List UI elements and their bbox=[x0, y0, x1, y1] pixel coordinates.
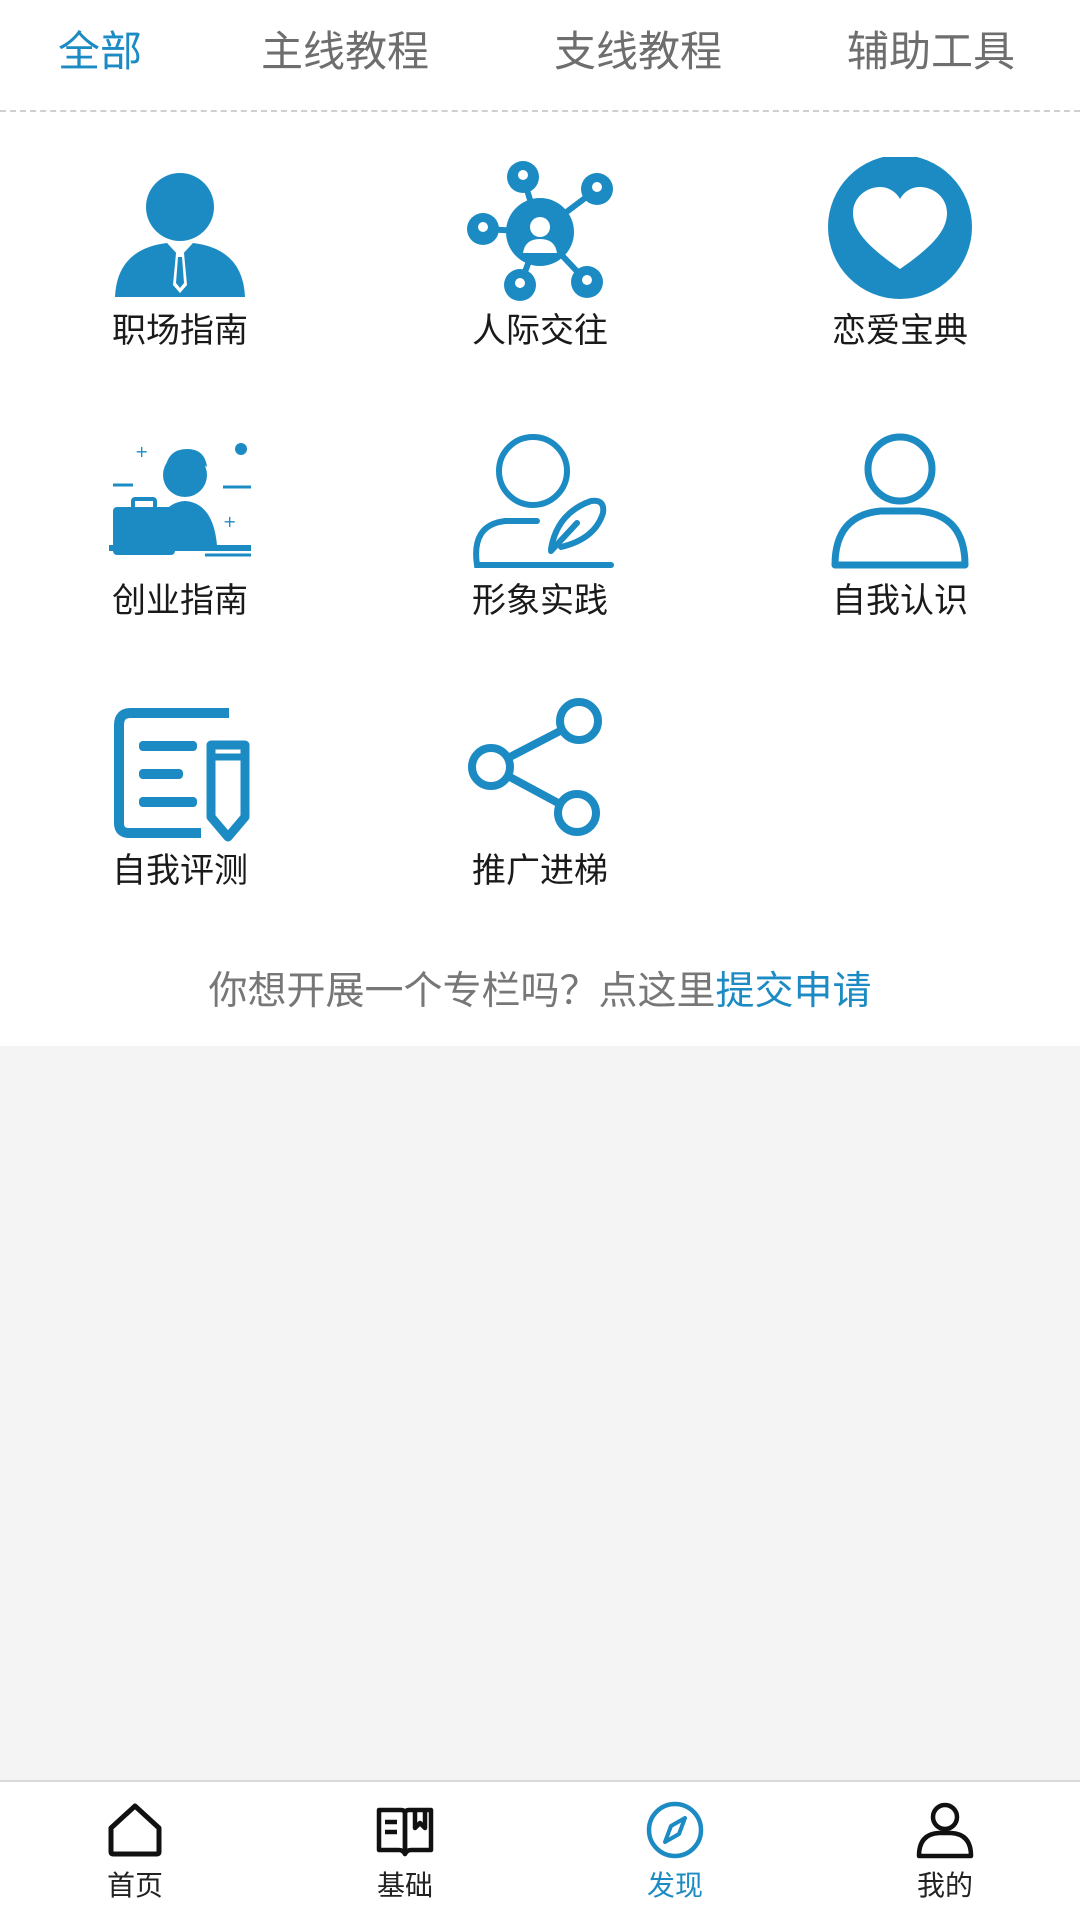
businessman-icon bbox=[105, 157, 255, 307]
person-icon bbox=[915, 1800, 975, 1860]
user-quill-icon bbox=[465, 427, 615, 577]
svg-text:+: + bbox=[223, 512, 236, 531]
grid-item-label: 自我认识 bbox=[832, 581, 968, 621]
tab-branch-tutorial[interactable]: 支线教程 bbox=[554, 22, 722, 82]
grid-item-promotion[interactable]: 推广进梯 bbox=[390, 697, 690, 907]
nav-label: 基础 bbox=[376, 1869, 433, 1902]
grid-item-label: 人际交往 bbox=[472, 311, 608, 351]
tab-main-tutorial[interactable]: 主线教程 bbox=[261, 22, 429, 82]
apply-column-prompt: 你想开展一个专栏吗？点这里提交申请 bbox=[0, 964, 1080, 1020]
compass-icon bbox=[645, 1800, 705, 1860]
share-icon bbox=[465, 697, 615, 847]
document-pencil-icon bbox=[105, 697, 255, 847]
nav-label: 首页 bbox=[106, 1869, 163, 1902]
apply-prompt-text: 你想开展一个专栏吗？点这里 bbox=[208, 969, 716, 1014]
home-icon bbox=[105, 1800, 165, 1860]
grid-item-self-assessment[interactable]: 自我评测 bbox=[30, 697, 330, 907]
top-tab-bar: 全部 主线教程 支线教程 辅助工具 bbox=[0, 0, 1080, 112]
grid-item-label: 恋爱宝典 bbox=[832, 311, 968, 351]
entrepreneur-icon: + + bbox=[105, 427, 255, 577]
nav-item-basics[interactable]: 基础 bbox=[270, 1782, 540, 1920]
book-icon bbox=[375, 1800, 435, 1860]
heart-icon bbox=[825, 157, 975, 307]
nav-item-home[interactable]: 首页 bbox=[0, 1782, 270, 1920]
grid-item-self-awareness[interactable]: 自我认识 bbox=[750, 427, 1050, 637]
nav-label: 我的 bbox=[916, 1869, 973, 1902]
category-grid: 职场指南 人际交往 恋爱宝典 + + 创业指南 形象实践 自我认识 自我评测 推… bbox=[0, 112, 1080, 1046]
nav-item-mine[interactable]: 我的 bbox=[810, 1782, 1080, 1920]
nav-item-discover[interactable]: 发现 bbox=[540, 1782, 810, 1920]
grid-item-label: 创业指南 bbox=[112, 581, 248, 621]
network-icon bbox=[465, 157, 615, 307]
grid-item-label: 形象实践 bbox=[472, 581, 608, 621]
grid-item-image-practice[interactable]: 形象实践 bbox=[390, 427, 690, 637]
grid-item-career[interactable]: 职场指南 bbox=[30, 157, 330, 367]
grid-item-romance[interactable]: 恋爱宝典 bbox=[750, 157, 1050, 367]
nav-label: 发现 bbox=[646, 1869, 703, 1902]
tab-all[interactable]: 全部 bbox=[58, 22, 142, 82]
grid-item-label: 推广进梯 bbox=[472, 851, 608, 891]
user-outline-icon bbox=[825, 427, 975, 577]
tab-tools[interactable]: 辅助工具 bbox=[847, 22, 1015, 82]
grid-item-label: 职场指南 bbox=[112, 311, 248, 351]
grid-item-startup[interactable]: + + 创业指南 bbox=[30, 427, 330, 637]
svg-text:+: + bbox=[135, 442, 148, 461]
grid-item-label: 自我评测 bbox=[112, 851, 248, 891]
bottom-nav-bar: 首页 基础 发现 我的 bbox=[0, 1780, 1080, 1920]
submit-application-link[interactable]: 提交申请 bbox=[716, 969, 872, 1014]
grid-item-social[interactable]: 人际交往 bbox=[390, 157, 690, 367]
